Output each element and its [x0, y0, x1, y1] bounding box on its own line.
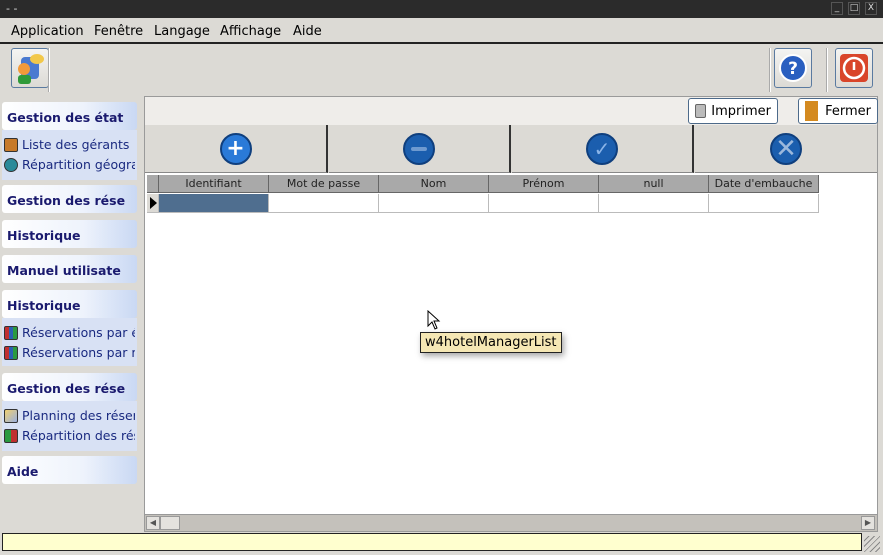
- panel-top-strip: Imprimer Fermer: [145, 97, 878, 125]
- table-cell[interactable]: [489, 194, 599, 213]
- close-window-button[interactable]: X: [865, 2, 877, 15]
- table-cell[interactable]: [709, 194, 819, 213]
- menu-application[interactable]: Application: [11, 24, 84, 39]
- sidebar-item-planning-reservations[interactable]: Planning des réserv: [4, 408, 135, 423]
- print-button[interactable]: Imprimer: [688, 98, 778, 124]
- close-label: Fermer: [825, 103, 871, 119]
- scroll-thumb[interactable]: [160, 516, 180, 530]
- scroll-right-button[interactable]: ▶: [861, 516, 875, 530]
- sidebar-item-label: Répartition des rés: [22, 428, 135, 443]
- planning-icon: [4, 408, 18, 423]
- close-button[interactable]: Fermer: [798, 98, 878, 124]
- toolbar: ?: [0, 44, 883, 94]
- menu-affichage[interactable]: Affichage: [220, 24, 281, 39]
- sidebar-item-reservations-par-el[interactable]: Réservations par él: [4, 325, 135, 340]
- bar-chart-icon: [4, 345, 18, 360]
- sidebar-item-label: Liste des gérants: [22, 137, 130, 152]
- column-header-identifiant[interactable]: Identifiant: [159, 175, 269, 193]
- sidebar-section-historique[interactable]: Historique: [2, 220, 137, 248]
- bar-chart-icon: [4, 325, 18, 340]
- tooltip: w4hotelManagerList: [420, 332, 562, 353]
- mouse-cursor-icon: [427, 310, 441, 330]
- users-chat-icon: [18, 54, 44, 84]
- sidebar-item-liste-gerants[interactable]: Liste des gérants: [4, 137, 135, 152]
- row-header-corner: [147, 175, 159, 193]
- validate-button[interactable]: ✓: [512, 125, 694, 173]
- plus-icon: +: [219, 132, 252, 165]
- window-titlebar: - - _ □ X: [0, 0, 883, 18]
- current-row-arrow-icon: [150, 197, 157, 209]
- column-header-mot-de-passe[interactable]: Mot de passe: [269, 175, 379, 193]
- row-selector[interactable]: [147, 194, 159, 213]
- sidebar-item-label: Réservations par él: [22, 325, 135, 340]
- sidebar-section-aide[interactable]: Aide: [2, 456, 137, 484]
- chart-icon: [4, 428, 18, 443]
- cancel-button[interactable]: ✕: [695, 125, 877, 173]
- svg-text:?: ?: [788, 59, 798, 79]
- door-icon: [805, 101, 819, 121]
- minimize-button[interactable]: _: [831, 2, 843, 15]
- app-icon-button[interactable]: [11, 48, 49, 88]
- window-title: - -: [6, 2, 18, 15]
- sidebar-item-label: Réservations par m: [22, 345, 135, 360]
- menu-aide[interactable]: Aide: [293, 24, 322, 39]
- toolbar-separator: [769, 48, 771, 92]
- scroll-left-button[interactable]: ◀: [146, 516, 160, 530]
- sidebar-section-historique-2[interactable]: Historique: [2, 290, 137, 318]
- check-icon: ✓: [586, 132, 618, 165]
- column-header-date-embauche[interactable]: Date d'embauche: [709, 175, 819, 193]
- sidebar-item-label: Répartition géogra: [22, 157, 135, 172]
- status-bar: [2, 533, 862, 551]
- printer-icon: [695, 104, 707, 118]
- toolbar-separator: [48, 48, 50, 92]
- minus-icon: [403, 132, 435, 165]
- sidebar-section-gestion-reservations[interactable]: Gestion des rése: [2, 185, 137, 213]
- help-button[interactable]: ?: [774, 48, 812, 88]
- sidebar: Gestion des état Liste des gérants Répar…: [0, 96, 140, 528]
- column-header-nom[interactable]: Nom: [379, 175, 489, 193]
- table-cell[interactable]: [269, 194, 379, 213]
- maximize-button[interactable]: □: [848, 2, 860, 15]
- resize-grip[interactable]: [864, 536, 880, 552]
- power-icon: [840, 54, 868, 82]
- horizontal-scrollbar[interactable]: ◀ ▶: [145, 514, 877, 531]
- person-icon: [4, 137, 18, 152]
- sidebar-item-repartition-reservations[interactable]: Répartition des rés: [4, 428, 135, 443]
- print-label: Imprimer: [711, 103, 771, 119]
- sidebar-item-reservations-par-m[interactable]: Réservations par m: [4, 345, 135, 360]
- action-bar: + ✓ ✕: [145, 125, 877, 173]
- menu-fenetre[interactable]: Fenêtre: [94, 24, 143, 39]
- table-cell[interactable]: [379, 194, 489, 213]
- sidebar-item-repartition-geographique[interactable]: Répartition géogra: [4, 157, 135, 172]
- x-icon: ✕: [770, 132, 802, 165]
- column-header-prenom[interactable]: Prénom: [489, 175, 599, 193]
- sidebar-section-manuel-utilisateur[interactable]: Manuel utilisate: [2, 255, 137, 283]
- menubar: Application Fenêtre Langage Affichage Ai…: [0, 18, 883, 44]
- globe-icon: [4, 157, 18, 172]
- toolbar-separator: [826, 48, 828, 92]
- menu-langage[interactable]: Langage: [154, 24, 210, 39]
- sidebar-item-label: Planning des réserv: [22, 408, 135, 423]
- add-button[interactable]: +: [145, 125, 328, 173]
- table-cell[interactable]: [159, 194, 269, 213]
- manager-list-panel: Imprimer Fermer + ✓ ✕ Identifiant Mot de…: [144, 96, 878, 532]
- column-header-null[interactable]: null: [599, 175, 709, 193]
- table-cell[interactable]: [599, 194, 709, 213]
- remove-button[interactable]: [329, 125, 511, 173]
- help-icon: ?: [779, 54, 807, 82]
- sidebar-section-gestion-reservations-2[interactable]: Gestion des rése: [2, 373, 137, 401]
- sidebar-section-gestion-etats[interactable]: Gestion des état: [2, 102, 137, 130]
- exit-button[interactable]: [835, 48, 873, 88]
